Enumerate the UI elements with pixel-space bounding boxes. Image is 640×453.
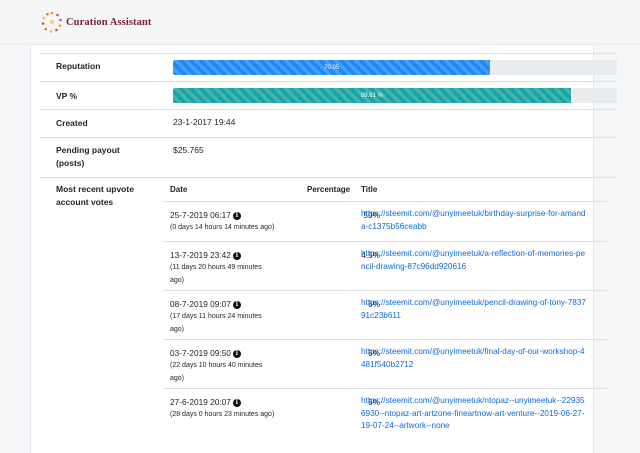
vp-progress-fill: 89.61 % — [173, 88, 571, 103]
top-navbar: Curation Assistant — [0, 0, 640, 45]
info-icon[interactable]: i — [232, 251, 241, 260]
reputation-label: Reputation — [56, 61, 101, 71]
vote-title-link[interactable]: https://steemit.com/@unyimeetuk/ntopaz--… — [361, 395, 586, 433]
vote-title-link[interactable]: https://steemit.com/@unyimeetuk/final-da… — [361, 346, 586, 371]
created-value: 23-1-2017 19:44 — [173, 117, 236, 127]
reputation-value: 70.05 — [324, 64, 340, 71]
table-row: 03-7-2019 09:50 i (22 days 10 hours 40 mi… — [163, 339, 607, 388]
pending-payout-value: $25.765 — [173, 145, 204, 155]
vp-progress-bar: 89.61 % — [173, 88, 617, 103]
vote-ago: (28 days 0 hours 23 minutes ago) — [170, 411, 275, 418]
title-column-header: Title — [361, 185, 378, 194]
info-icon[interactable]: i — [232, 398, 241, 407]
percentage-column-header: Percentage — [307, 185, 351, 194]
info-icon[interactable]: i — [232, 300, 241, 309]
vote-title-link[interactable]: https://steemit.com/@unyimeetuk/birthday… — [361, 208, 586, 233]
brand-name: Curation Assistant — [66, 16, 152, 28]
reputation-progress-bar: 70.05 — [173, 60, 617, 75]
vote-date: 13-7-2019 23:42 i — [170, 250, 241, 260]
vote-ago: (11 days 20 hours 49 minutes ago) — [170, 264, 262, 284]
table-row: 27-6-2019 20:07 i (28 days 0 hours 23 min… — [163, 388, 607, 450]
brand-link[interactable]: Curation Assistant — [40, 10, 152, 34]
pending-payout-label: Pending payout (posts) — [56, 145, 120, 168]
vote-ago: (17 days 11 hours 24 minutes ago) — [170, 313, 262, 333]
created-row: Created 23-1-2017 19:44 — [40, 109, 616, 137]
created-label: Created — [56, 118, 88, 128]
vp-value: 89.61 % — [360, 92, 383, 99]
vote-title-link[interactable]: https://steemit.com/@unyimeetuk/pencil-d… — [361, 297, 586, 322]
vote-date: 03-7-2019 09:50 i — [170, 348, 241, 358]
date-column-header: Date — [170, 185, 188, 194]
table-row: 25-7-2019 06:17 i (0 days 14 hours 14 min… — [163, 201, 607, 241]
vote-date: 08-7-2019 09:07 i — [170, 299, 241, 309]
reputation-progress-fill: 70.05 — [173, 60, 491, 75]
info-icon[interactable]: i — [232, 349, 241, 358]
vote-ago: (22 days 10 hours 40 minutes ago) — [170, 362, 263, 382]
vote-date: 25-7-2019 06:17 i — [170, 210, 241, 220]
table-row: 08-7-2019 09:07 i (17 days 11 hours 24 mi… — [163, 290, 607, 339]
vote-date: 27-6-2019 20:07 i — [170, 397, 241, 407]
vp-label: VP % — [56, 91, 78, 101]
reputation-row: Reputation 70.05 — [40, 53, 617, 81]
pending-payout-row: Pending payout (posts) $25.765 — [40, 137, 616, 177]
sunburst-dots-logo-icon — [41, 11, 62, 33]
info-icon[interactable]: i — [232, 211, 241, 220]
vote-title-link[interactable]: https://steemit.com/@unyimeetuk/a-reflec… — [361, 248, 586, 273]
upvote-votes-label: Most recent upvote account votes — [56, 184, 134, 207]
vote-ago: (0 days 14 hours 14 minutes ago) — [170, 224, 275, 231]
table-row: 13-7-2019 23:42 i (11 days 20 hours 49 mi… — [163, 241, 607, 290]
